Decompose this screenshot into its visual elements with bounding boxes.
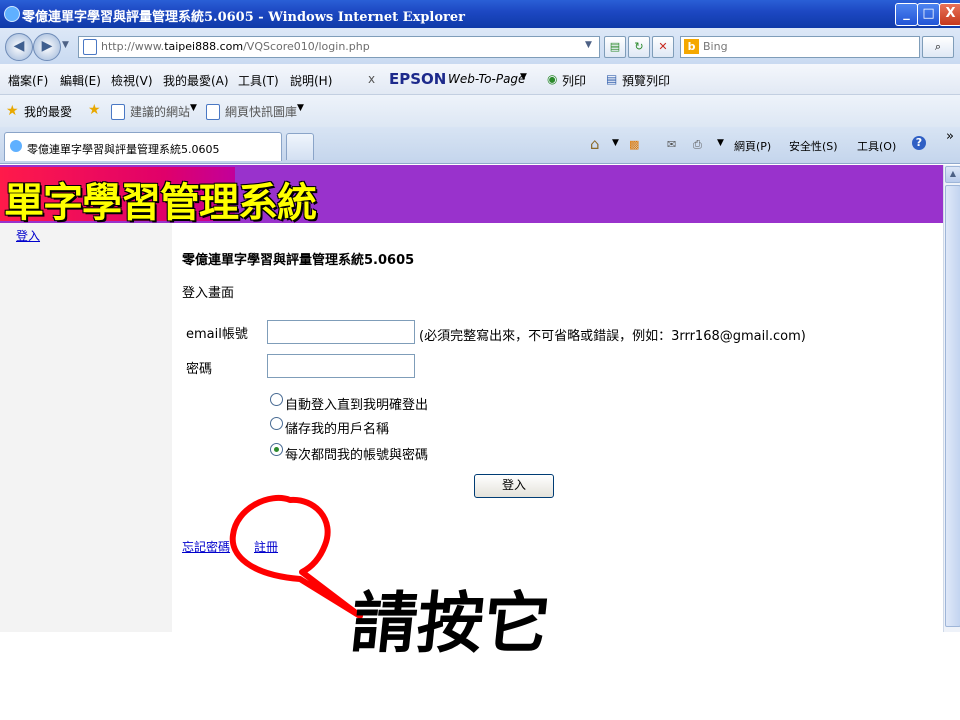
email-label: email帳號: [186, 327, 248, 342]
menu-file[interactable]: 檔案(F): [8, 72, 48, 89]
page-menu[interactable]: 網頁(P): [734, 138, 771, 154]
search-placeholder: Bing: [703, 40, 728, 53]
mail-icon[interactable]: ✉: [667, 138, 676, 151]
email-hint: (必須完整寫出來，不可省略或錯誤，例如：3rrr168@gmail.com): [419, 329, 806, 344]
search-magnifier-icon[interactable]: ⌕: [922, 36, 954, 58]
print-preview-button[interactable]: 預覽列印: [622, 72, 670, 89]
register-link[interactable]: 註冊: [254, 538, 278, 555]
radio-auto-login-label: 自動登入直到我明確登出: [285, 398, 429, 413]
web-slice-dropdown-icon[interactable]: ▼: [297, 103, 304, 113]
epson-logo: EPSON: [389, 70, 447, 88]
menu-help[interactable]: 說明(H): [290, 72, 332, 89]
new-tab-button[interactable]: [286, 133, 314, 160]
safety-menu[interactable]: 安全性(S): [789, 138, 838, 154]
more-commands-button[interactable]: »: [946, 129, 954, 144]
sidebar: 登入: [0, 223, 172, 632]
web-slice-gallery-link[interactable]: 網頁快訊圖庫: [225, 103, 297, 120]
menu-tools[interactable]: 工具(T): [238, 72, 279, 89]
url-dropdown-icon[interactable]: ▼: [585, 40, 592, 50]
help-icon[interactable]: ?: [912, 136, 926, 150]
suggested-sites-icon: [111, 104, 125, 120]
menu-view[interactable]: 檢視(V): [111, 72, 153, 89]
favorites-button[interactable]: 我的最愛: [24, 103, 72, 120]
menu-edit[interactable]: 編輯(E): [60, 72, 101, 89]
tools-menu[interactable]: 工具(O): [857, 138, 896, 154]
system-title: 零億連單字學習與評量管理系統5.0605: [182, 253, 415, 268]
add-favorite-icon[interactable]: ★: [88, 102, 101, 118]
print-dropdown-icon[interactable]: ▼: [717, 138, 724, 148]
ie-page-icon: [10, 140, 22, 152]
refresh-icon[interactable]: ↻: [628, 36, 650, 58]
email-field[interactable]: [267, 320, 415, 344]
page-icon: [83, 39, 97, 55]
address-toolbar: ◀ ▶ ▼ http://www.taipei888.com/VQScore01…: [0, 28, 960, 64]
radio-remember-username-label: 儲存我的用戶名稱: [285, 422, 390, 437]
ie-logo-icon: [4, 6, 20, 22]
url-path: /VQScore010/login.php: [243, 40, 370, 53]
password-label: 密碼: [186, 362, 213, 377]
home-icon[interactable]: ⌂: [590, 135, 600, 153]
forgot-password-link[interactable]: 忘記密碼: [182, 538, 230, 555]
print-button[interactable]: 列印: [562, 72, 586, 89]
bing-logo-icon: b: [684, 39, 699, 54]
close-button[interactable]: X: [939, 3, 960, 26]
web-to-page-button[interactable]: Web-To-Page: [448, 72, 525, 86]
login-button[interactable]: 登入: [474, 474, 554, 498]
printer-icon[interactable]: ⎙: [693, 138, 702, 152]
menu-bar: 檔案(F) 編輯(E) 檢視(V) 我的最愛(A) 工具(T) 說明(H) x …: [0, 64, 960, 95]
compatibility-view-icon[interactable]: ▤: [604, 36, 626, 58]
page-content: 單字學習管理系統 登入 零億連單字學習與評量管理系統5.0605 登入畫面 em…: [0, 165, 943, 632]
url-domain: taipei888.com: [164, 40, 244, 53]
password-field[interactable]: [267, 354, 415, 378]
window-title: 零億連單字學習與評量管理系統5.0605 - Windows Internet …: [22, 10, 465, 25]
print-preview-icon: ▤: [606, 72, 618, 86]
radio-always-ask[interactable]: [270, 443, 283, 456]
tab-title: 零億連單字學習與評量管理系統5.0605: [27, 143, 220, 156]
history-dropdown-icon[interactable]: ▼: [62, 40, 69, 50]
radio-remember-username[interactable]: [270, 417, 283, 430]
stop-icon[interactable]: ✕: [652, 36, 674, 58]
web-to-page-dropdown-icon[interactable]: ▼: [520, 72, 527, 82]
url-input[interactable]: http://www.taipei888.com/VQScore010/logi…: [78, 36, 600, 58]
tab-active[interactable]: 零億連單字學習與評量管理系統5.0605: [4, 132, 282, 161]
menu-favorites[interactable]: 我的最愛(A): [163, 72, 229, 89]
favorites-bar: ★ 我的最愛 ★ 建議的網站 ▼ 網頁快訊圖庫 ▼: [0, 95, 960, 127]
scrollbar-thumb[interactable]: [945, 185, 960, 627]
web-slice-icon: [206, 104, 220, 120]
scroll-up-arrow-icon[interactable]: ▲: [945, 166, 960, 183]
toolbar-close-button[interactable]: x: [368, 72, 375, 86]
feeds-icon[interactable]: ▩: [629, 138, 639, 151]
suggested-sites-dropdown-icon[interactable]: ▼: [190, 103, 197, 113]
url-prefix: http://www.: [101, 40, 165, 53]
sidebar-login-link[interactable]: 登入: [16, 227, 40, 244]
banner-title: 單字學習管理系統: [4, 179, 317, 226]
minimize-button[interactable]: _: [895, 3, 918, 26]
login-subtitle: 登入畫面: [182, 286, 235, 301]
suggested-sites-link[interactable]: 建議的網站: [130, 103, 190, 120]
tab-bar: 零億連單字學習與評量管理系統5.0605 ⌂ ▼ ▩ ✉ ⎙ ▼ 網頁(P) 安…: [0, 127, 960, 164]
maximize-button[interactable]: □: [917, 3, 940, 26]
print-icon: ◉: [547, 72, 558, 86]
forward-arrow-icon[interactable]: ▶: [33, 33, 61, 61]
site-banner: 單字學習管理系統: [0, 165, 943, 226]
radio-always-ask-label: 每次都問我的帳號與密碼: [285, 448, 429, 463]
banner-logo: 單字學習管理系統: [0, 167, 317, 226]
radio-auto-login[interactable]: [270, 393, 283, 406]
home-dropdown-icon[interactable]: ▼: [612, 138, 619, 148]
annotation-text: 請按它: [347, 584, 554, 662]
back-arrow-icon[interactable]: ◀: [5, 33, 33, 61]
vertical-scrollbar[interactable]: ▲: [943, 165, 960, 632]
window-title-bar: 零億連單字學習與評量管理系統5.0605 - Windows Internet …: [0, 0, 960, 28]
favorites-star-icon: ★: [6, 103, 19, 119]
search-input[interactable]: b Bing: [680, 36, 920, 58]
